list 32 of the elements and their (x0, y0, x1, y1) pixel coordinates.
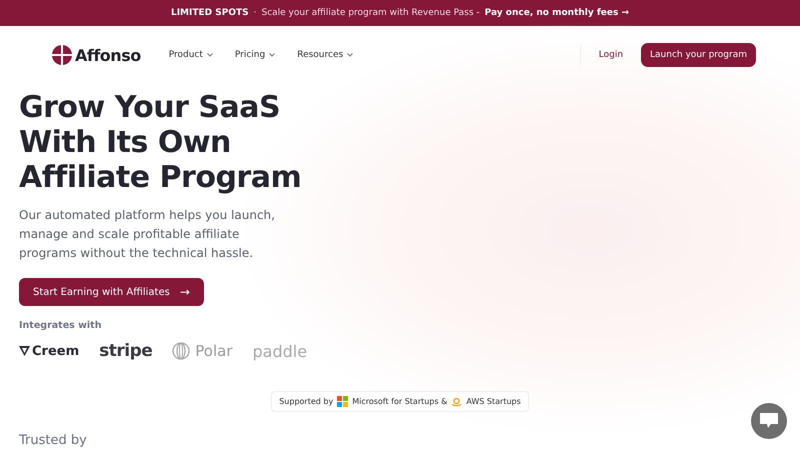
banner-label: LIMITED SPOTS (170, 8, 249, 18)
integrations-heading: Integrates with (19, 320, 102, 331)
triangle-icon (19, 346, 30, 356)
start-earning-button[interactable]: Start Earning with Affiliates → (19, 278, 204, 306)
chevron-down-icon (206, 52, 213, 57)
chat-icon (760, 413, 778, 429)
banner-text: Scale your affiliate program with Revenue Pass - (261, 8, 480, 18)
windows-icon (337, 396, 348, 407)
banner-separator: · (254, 8, 256, 18)
paddle-logo: paddle (252, 342, 308, 360)
banner-link[interactable]: Pay once, no monthly fees → (484, 8, 630, 18)
polar-logo: Polar (195, 342, 233, 360)
logo-text: Affonso (75, 46, 141, 64)
trusted-by-heading: Trusted by (19, 433, 87, 448)
nav-menu-item[interactable]: Resources (291, 46, 360, 64)
logo-icon (52, 45, 72, 65)
supported-by-text: Supported by (279, 397, 334, 406)
chevron-down-icon (269, 52, 276, 57)
launch-button[interactable]: Launch your program (641, 43, 756, 67)
partner-name: Microsoft for Startups & (352, 397, 448, 406)
partner-name: AWS Startups (466, 397, 521, 406)
hero-description: Our automated platform helps you launch, manage and scale profitable affiliate programs without the technical hassle. (19, 207, 276, 262)
nav-menu-item[interactable]: Pricing (228, 46, 282, 64)
stripe-logo: stripe (99, 341, 152, 361)
chevron-down-icon (347, 52, 354, 57)
hero-headline: Grow Your SaaS With Its Own Affiliate Program (19, 90, 302, 195)
polar-icon (172, 342, 190, 360)
chat-button[interactable] (751, 403, 787, 439)
amazon-icon (451, 396, 462, 407)
creem-logo: Creem (32, 344, 80, 358)
login-link[interactable]: Login (586, 44, 636, 66)
nav-menu-item[interactable]: Product (162, 46, 219, 64)
